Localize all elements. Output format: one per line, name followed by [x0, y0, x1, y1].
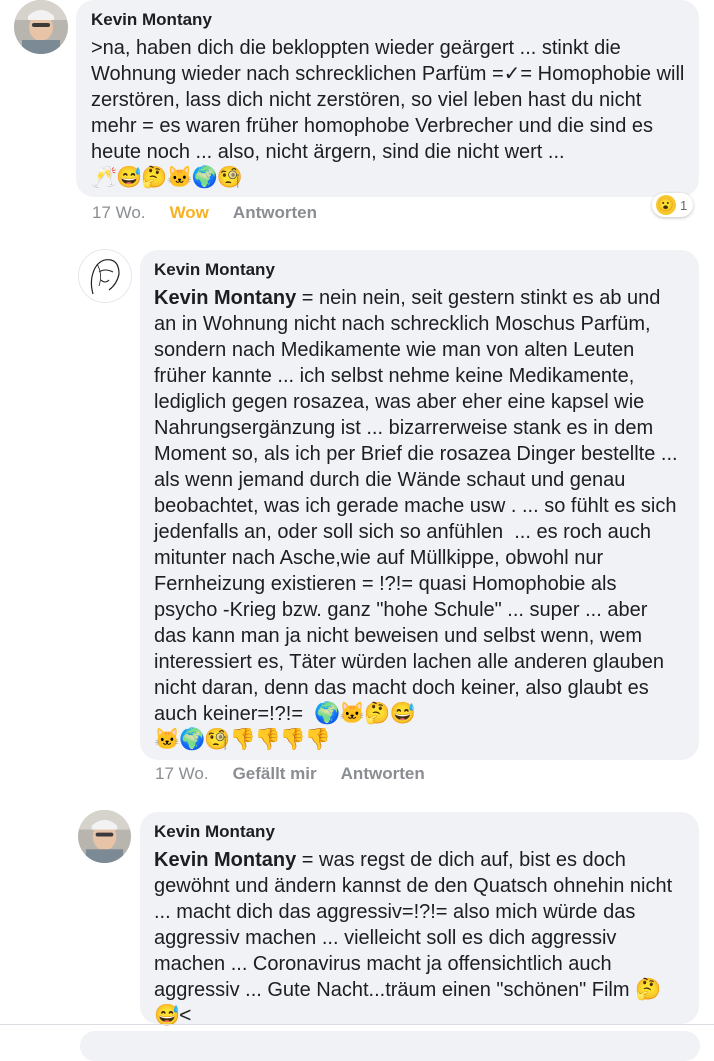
- avatar[interactable]: [78, 249, 132, 303]
- comment-emojis-inline: 🤔: [635, 978, 661, 1001]
- comment-bubble: Kevin Montany Kevin Montany = nein nein,…: [140, 250, 699, 760]
- comment-bubble: Kevin Montany Kevin Montany = was regst …: [140, 812, 699, 1027]
- next-comment-bubble: [80, 1031, 700, 1061]
- reply-button[interactable]: Antworten: [341, 764, 425, 784]
- comment-author[interactable]: Kevin Montany: [154, 822, 685, 842]
- comment-actions: 17 Wo. Gefällt mir Antworten: [155, 762, 449, 786]
- wow-reaction-button[interactable]: Wow: [170, 203, 209, 223]
- comment-emojis: 😅<: [154, 1004, 191, 1027]
- comment-text: >na, haben dich die bekloppten wieder ge…: [91, 37, 690, 163]
- comment-emojis: 🐱🌍🧐👎👎👎👎: [154, 728, 331, 751]
- mention-link[interactable]: Kevin Montany: [154, 849, 296, 871]
- avatar[interactable]: [14, 0, 68, 54]
- reaction-count-badge[interactable]: 😮 1: [652, 193, 694, 217]
- comment-text: Kevin Montany = nein nein, seit gestern …: [154, 285, 685, 727]
- comment-bubble: Kevin Montany >na, haben dich die beklop…: [76, 0, 699, 197]
- mention-link[interactable]: Kevin Montany: [154, 287, 296, 309]
- comment-body: = was regst de dich auf, bist es doch ge…: [154, 849, 678, 1001]
- comment-body: = nein nein, seit gestern stinkt es ab u…: [154, 287, 684, 725]
- comment-text: Kevin Montany = was regst de dich auf, b…: [154, 847, 685, 1003]
- comment-emojis-inline: 🌍🐱🤔😅: [314, 702, 416, 725]
- comment-timestamp[interactable]: 17 Wo.: [155, 764, 209, 784]
- comment-timestamp[interactable]: 17 Wo.: [92, 203, 146, 223]
- comment-emojis: 🥂😅🤔🐱🌍🧐: [91, 166, 243, 189]
- divider: [0, 1024, 714, 1025]
- like-button[interactable]: Gefällt mir: [233, 764, 317, 784]
- reply-button[interactable]: Antworten: [233, 203, 317, 223]
- comment-actions: 17 Wo. Wow Antworten: [92, 201, 341, 225]
- reaction-count: 1: [680, 197, 688, 213]
- comment-author[interactable]: Kevin Montany: [154, 260, 685, 280]
- comment-author[interactable]: Kevin Montany: [91, 10, 685, 30]
- wow-reaction-icon: 😮: [656, 195, 676, 215]
- avatar[interactable]: [78, 810, 131, 863]
